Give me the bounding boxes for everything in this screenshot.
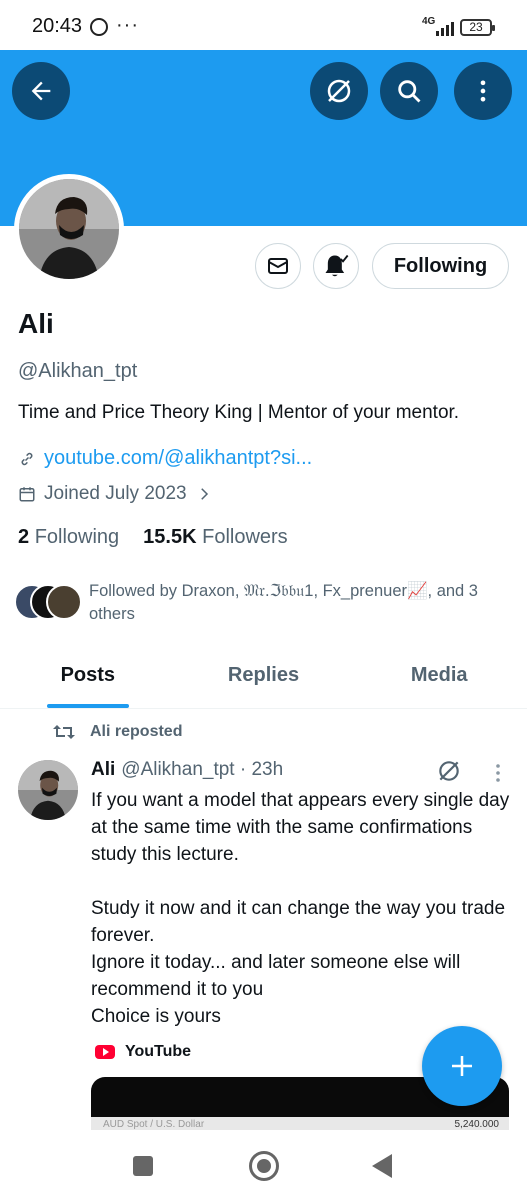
following-count-link[interactable]: 2 Following bbox=[18, 526, 119, 549]
tab-media[interactable]: Media bbox=[351, 643, 527, 708]
tab-replies[interactable]: Replies bbox=[176, 643, 352, 708]
more-vertical-icon bbox=[496, 764, 500, 782]
arrow-left-icon bbox=[31, 81, 51, 101]
message-button[interactable] bbox=[255, 243, 301, 289]
signal-icon bbox=[436, 20, 454, 36]
profile-avatar[interactable] bbox=[14, 174, 124, 284]
tab-posts[interactable]: Posts bbox=[0, 643, 176, 708]
joined-date: Joined July 2023 bbox=[44, 483, 187, 504]
chevron-right-icon bbox=[200, 488, 208, 500]
post-header: Ali @Alikhan_tpt · 23h bbox=[91, 759, 283, 781]
post-more-button[interactable] bbox=[492, 762, 504, 789]
compose-button[interactable] bbox=[422, 1026, 502, 1106]
search-icon bbox=[398, 80, 421, 103]
profile-link-row[interactable]: youtube.com/@alikhantpt?si... bbox=[18, 447, 312, 470]
profile-bio: Time and Price Theory King | Mentor of y… bbox=[18, 402, 460, 423]
more-options-button[interactable] bbox=[454, 62, 512, 120]
repost-label: Ali reposted bbox=[90, 723, 183, 740]
network-type: 4G bbox=[422, 16, 436, 27]
post-author-avatar[interactable] bbox=[18, 760, 78, 820]
followers-label: Followers bbox=[202, 526, 288, 548]
profile-name: Ali bbox=[18, 308, 54, 339]
search-button[interactable] bbox=[380, 62, 438, 120]
repost-indicator: Ali reposted bbox=[52, 722, 182, 742]
followed-by-text: Followed by Draxon, 𝔐𝔯.ℑ𝔟𝔟𝔲1, Fx_prenuer… bbox=[89, 582, 478, 623]
repost-icon bbox=[53, 725, 75, 739]
post-author-meta: @Alikhan_tpt · 23h bbox=[121, 759, 284, 780]
link-source[interactable]: YouTube bbox=[95, 1043, 191, 1061]
home-button[interactable] bbox=[249, 1151, 279, 1181]
system-nav-bar bbox=[0, 1130, 527, 1200]
grok-icon bbox=[327, 79, 351, 103]
mail-icon bbox=[268, 258, 288, 274]
follow-counts: 2 Following 15.5K Followers bbox=[18, 526, 288, 549]
notifications-button[interactable] bbox=[313, 243, 359, 289]
calendar-icon bbox=[19, 487, 35, 502]
post-grok-button[interactable] bbox=[436, 758, 462, 789]
followers-you-know-avatars bbox=[14, 584, 84, 620]
link-source-name: YouTube bbox=[125, 1043, 192, 1060]
profile-handle: @Alikhan_tpt bbox=[18, 360, 138, 382]
bell-check-icon bbox=[325, 254, 349, 277]
more-vertical-icon bbox=[480, 80, 486, 102]
recents-button[interactable] bbox=[133, 1156, 153, 1176]
followers-count: 15.5K bbox=[143, 526, 197, 548]
status-bar: 20:43 ··· 4G 23 bbox=[0, 0, 527, 50]
back-button[interactable] bbox=[12, 62, 70, 120]
post-author-name[interactable]: Ali bbox=[91, 759, 115, 781]
more-notifications-icon: ··· bbox=[116, 14, 139, 36]
status-time: 20:43 bbox=[32, 15, 83, 37]
avatar bbox=[46, 584, 82, 620]
joined-row[interactable]: Joined July 2023 bbox=[18, 483, 213, 505]
followers-count-link[interactable]: 15.5K Followers bbox=[143, 526, 288, 549]
post-text: If you want a model that appears every s… bbox=[91, 787, 511, 1030]
whatsapp-icon bbox=[90, 18, 108, 36]
grok-button[interactable] bbox=[310, 62, 368, 120]
profile-tabs: Posts Replies Media bbox=[0, 643, 527, 709]
post-body-text: If you want a model that appears every s… bbox=[91, 790, 510, 1027]
following-label: Following bbox=[34, 526, 120, 548]
following-count: 2 bbox=[18, 526, 30, 548]
link-icon bbox=[21, 452, 33, 465]
system-back-button[interactable] bbox=[372, 1154, 392, 1178]
plus-icon bbox=[452, 1056, 472, 1076]
youtube-icon bbox=[95, 1045, 115, 1059]
avatar-photo bbox=[19, 179, 119, 279]
grok-icon bbox=[439, 761, 459, 781]
profile-link[interactable]: youtube.com/@alikhantpt?si... bbox=[44, 447, 312, 470]
battery-level: 23 bbox=[460, 19, 495, 36]
following-button[interactable]: Following bbox=[372, 243, 509, 289]
